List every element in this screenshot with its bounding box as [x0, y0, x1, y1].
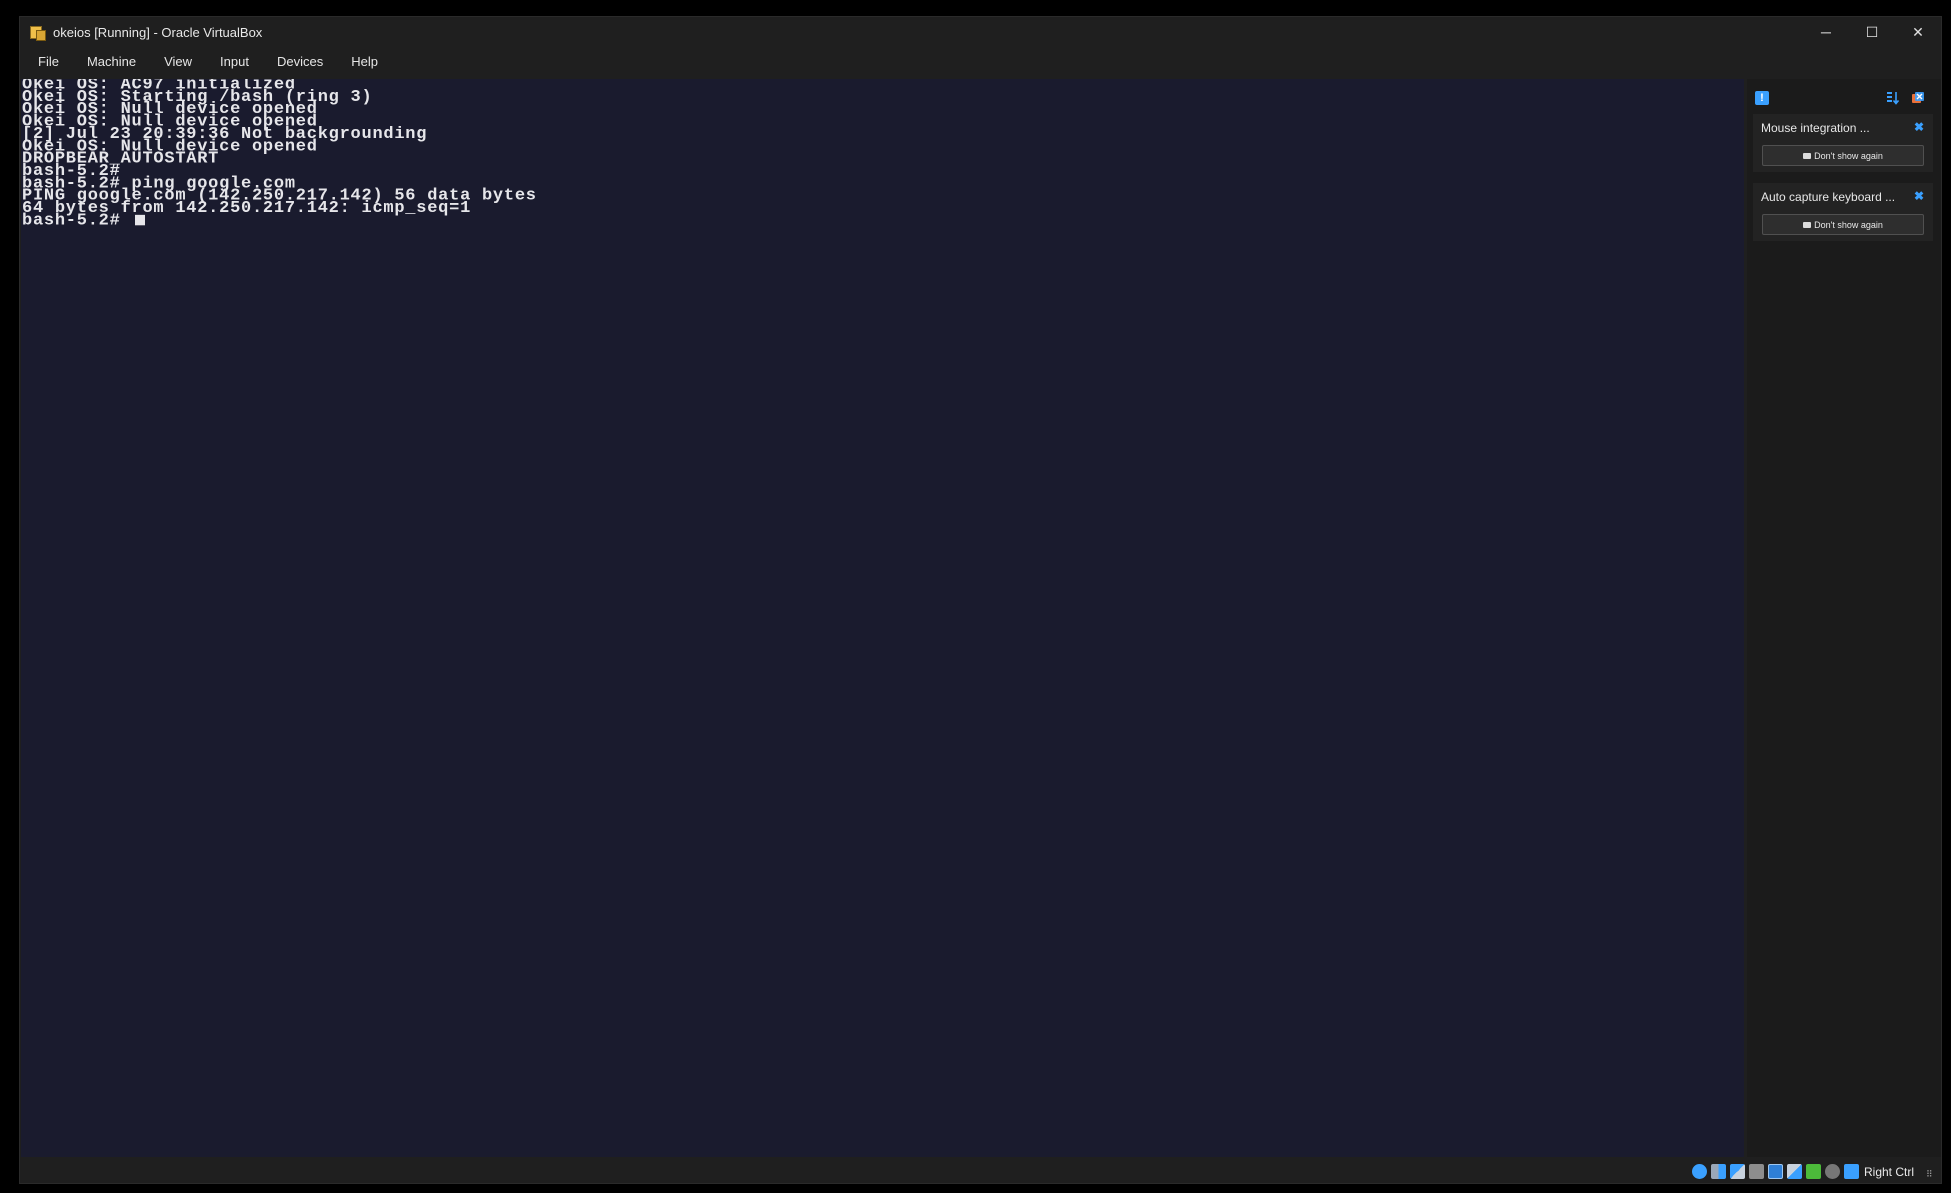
shared-folders-icon[interactable]: [1786, 1164, 1802, 1179]
title-bar[interactable]: okeios [Running] - Oracle VirtualBox ─ ☐…: [20, 17, 1941, 47]
notification-center-toolbar: !: [1747, 79, 1941, 119]
console-line: Okei OS: Null device opened: [22, 137, 318, 156]
notification-center: ! Mouse integration ... ✖ Don't show aga…: [1747, 79, 1941, 1157]
hard-disk-icon[interactable]: [1691, 1164, 1707, 1179]
dont-show-again-button[interactable]: Don't show again: [1762, 214, 1924, 235]
notification-text: Auto capture keyboard ...: [1761, 190, 1896, 204]
recording-icon[interactable]: [1824, 1164, 1840, 1179]
console-output: Okei OS: AC97 initialized Okei OS: Start…: [21, 79, 1744, 231]
window-title: okeios [Running] - Oracle VirtualBox: [53, 24, 263, 40]
message-icon: [1803, 221, 1812, 228]
host-key-label[interactable]: Right Ctrl: [1864, 1165, 1914, 1179]
menu-view[interactable]: View: [150, 47, 206, 77]
vm-display[interactable]: Okei OS: AC97 initialized Okei OS: Start…: [21, 79, 1744, 1157]
optical-drive-icon[interactable]: [1710, 1164, 1726, 1179]
status-bar: Right Ctrl ⠿: [20, 1160, 1941, 1183]
dont-show-again-button[interactable]: Don't show again: [1762, 145, 1924, 166]
dont-show-again-label: Don't show again: [1814, 219, 1883, 230]
clear-all-icon[interactable]: [1911, 91, 1925, 105]
virtualbox-window: okeios [Running] - Oracle VirtualBox ─ ☐…: [20, 17, 1941, 1183]
text-cursor: [134, 214, 145, 226]
minimize-button[interactable]: ─: [1803, 17, 1849, 47]
sort-icon[interactable]: [1886, 91, 1900, 105]
network-icon[interactable]: [1748, 1164, 1764, 1179]
usb-icon[interactable]: [1767, 1164, 1783, 1179]
resize-grip-icon[interactable]: ⠿: [1926, 1170, 1935, 1179]
console-line: 64 bytes from 142.250.217.142: icmp_seq=…: [22, 199, 472, 218]
console-prompt: bash-5.2#: [22, 212, 132, 231]
status-indicators: Right Ctrl: [1688, 1163, 1914, 1180]
virtualbox-app-icon: [29, 24, 46, 41]
menu-input[interactable]: Input: [206, 47, 263, 77]
menu-bar: File Machine View Input Devices Help: [20, 47, 1941, 77]
menu-devices[interactable]: Devices: [263, 47, 337, 77]
notification-mouse-integration: Mouse integration ... ✖ Don't show again: [1753, 114, 1933, 172]
display-icon[interactable]: [1805, 1164, 1821, 1179]
cpu-icon[interactable]: [1843, 1164, 1859, 1179]
close-button[interactable]: ✕: [1895, 17, 1941, 47]
window-controls: ─ ☐ ✕: [1803, 17, 1941, 47]
notification-center-icon[interactable]: !: [1755, 91, 1769, 105]
menu-file[interactable]: File: [20, 47, 73, 77]
audio-icon[interactable]: [1729, 1164, 1745, 1179]
close-notification-icon[interactable]: ✖: [1914, 189, 1924, 203]
menu-help[interactable]: Help: [337, 47, 392, 77]
close-notification-icon[interactable]: ✖: [1914, 120, 1924, 134]
menu-machine[interactable]: Machine: [73, 47, 150, 77]
maximize-button[interactable]: ☐: [1849, 17, 1895, 47]
notification-text: Mouse integration ...: [1761, 121, 1870, 135]
dont-show-again-label: Don't show again: [1814, 150, 1883, 161]
message-icon: [1803, 152, 1812, 159]
notification-auto-capture-keyboard: Auto capture keyboard ... ✖ Don't show a…: [1753, 183, 1933, 241]
